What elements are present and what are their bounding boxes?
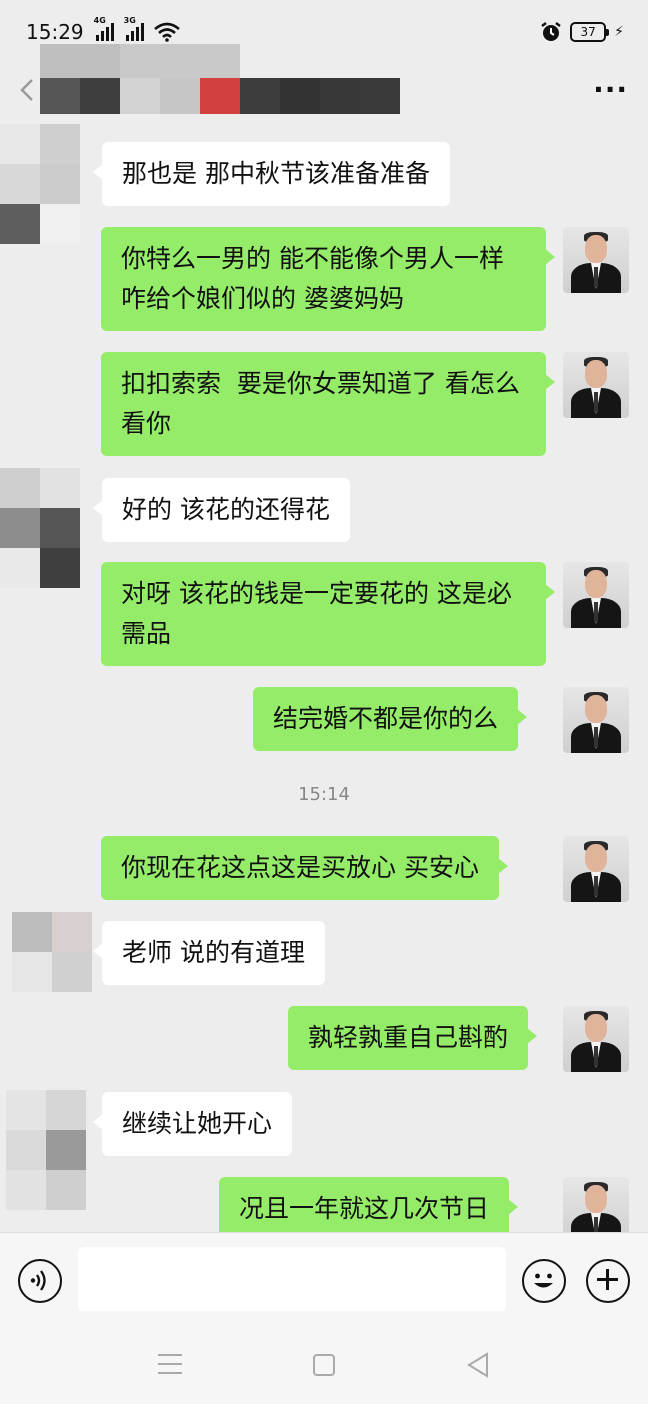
my-avatar[interactable] <box>563 1006 629 1072</box>
status-right: 37 ⚡ <box>540 21 624 43</box>
my-avatar[interactable] <box>563 687 629 753</box>
message-bubble[interactable]: 老师 说的有道理 <box>93 921 325 985</box>
message-bubble[interactable]: 你特么一男的 能不能像个男人一样 咋给个娘们似的 婆婆妈妈 <box>101 227 555 331</box>
status-time: 15:29 <box>26 20 84 44</box>
contact-avatar[interactable] <box>0 468 80 588</box>
message-bubble[interactable]: 继续让她开心 <box>92 1092 293 1156</box>
nav-home-icon[interactable] <box>313 1354 335 1376</box>
message-bubble[interactable]: 况且一年就这几次节日 <box>219 1177 519 1232</box>
message-bubble[interactable]: 结完婚不都是你的么 <box>253 687 528 751</box>
contact-avatar[interactable] <box>0 124 80 244</box>
contact-name-mosaic-row2 <box>40 78 400 114</box>
my-avatar[interactable] <box>563 836 629 902</box>
contact-avatar[interactable] <box>6 1090 86 1210</box>
message-bubble[interactable]: 孰轻孰重自己斟酌 <box>288 1006 538 1070</box>
bolt-icon: ⚡ <box>614 24 624 40</box>
message-bubble[interactable]: 好的 该花的还得花 <box>93 478 350 542</box>
add-button[interactable] <box>586 1259 630 1303</box>
status-left: 15:29 4G 3G <box>26 16 180 44</box>
input-bar <box>0 1232 648 1328</box>
message-input[interactable] <box>78 1247 506 1311</box>
emoji-button[interactable] <box>522 1259 566 1303</box>
voice-button[interactable] <box>18 1259 62 1303</box>
battery-icon: 37 <box>570 22 610 42</box>
message-bubble[interactable]: 对呀 该花的钱是一定要花的 这是必需品 <box>101 562 555 666</box>
chat-header: ··· <box>0 44 648 124</box>
nav-back-icon[interactable] <box>466 1352 490 1378</box>
nav-menu-icon[interactable] <box>158 1354 182 1374</box>
message-bubble[interactable]: 你现在花这点这是买放心 买安心 <box>101 836 508 900</box>
emoji-icon <box>534 1273 553 1288</box>
signal-4g-icon: 4G <box>94 16 114 41</box>
signal-3g-label: 3G <box>123 16 136 25</box>
my-avatar[interactable] <box>563 1177 629 1232</box>
message-bubble[interactable]: 那也是 那中秋节该准备准备 <box>93 142 450 206</box>
voice-icon <box>30 1270 46 1291</box>
chat-area[interactable]: 那也是 那中秋节该准备准备 你特么一男的 能不能像个男人一样 咋给个娘们似的 婆… <box>0 124 648 1232</box>
chevron-left-icon <box>20 79 33 101</box>
contact-avatar[interactable] <box>12 912 92 992</box>
wifi-icon <box>153 22 180 42</box>
more-button[interactable]: ··· <box>593 76 628 104</box>
message-timestamp: 15:14 <box>298 784 350 805</box>
message-bubble[interactable]: 扣扣索索 要是你女票知道了 看怎么看你 <box>101 352 555 456</box>
system-nav-bar <box>0 1328 648 1404</box>
my-avatar[interactable] <box>563 352 629 418</box>
alarm-icon <box>541 22 561 41</box>
signal-3g-icon: 3G <box>124 16 144 41</box>
my-avatar[interactable] <box>563 227 629 293</box>
back-button[interactable] <box>20 78 34 108</box>
my-avatar[interactable] <box>563 562 629 628</box>
signal-4g-label: 4G <box>93 16 106 25</box>
